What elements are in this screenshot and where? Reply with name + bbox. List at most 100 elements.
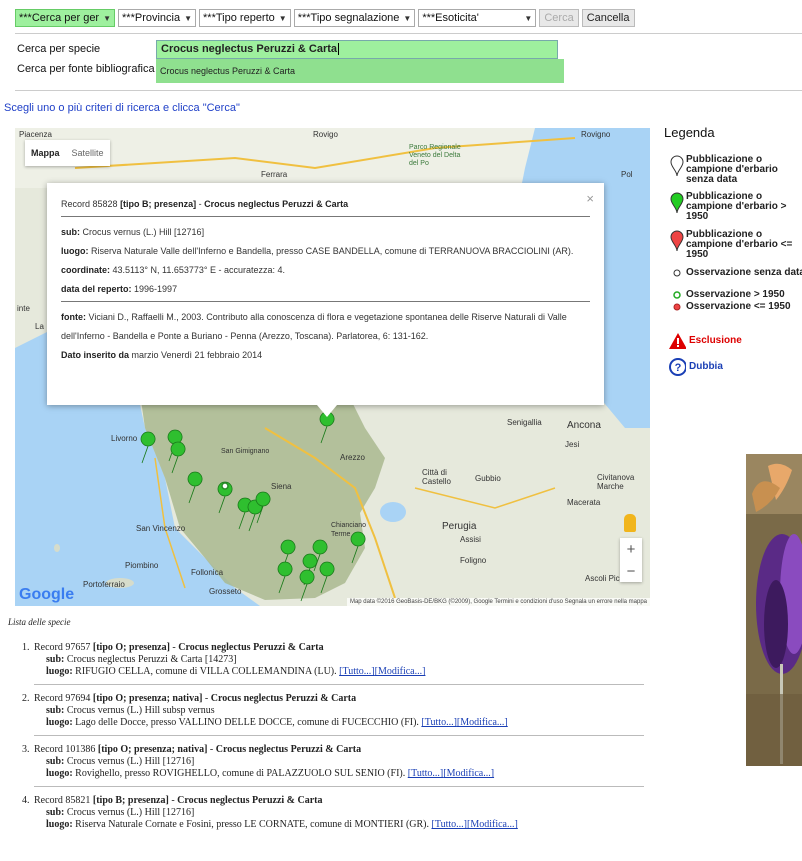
record-luogo: luogo: Riserva Naturale Cornate e Fosini… (46, 819, 518, 830)
map-place-label: Civitanova Marche (597, 473, 635, 491)
legend-item: Pubblicazione o campione d'erbario > 195… (668, 192, 802, 222)
report-type-select[interactable]: ***Tipo segnalazione ▼ (293, 9, 416, 27)
province-select[interactable]: ***Provincia ▼ (118, 9, 197, 27)
species-photo (746, 454, 802, 766)
chevron-down-icon: ▼ (524, 13, 533, 23)
map-place-label: inte (17, 304, 30, 313)
edit-link[interactable]: [Modifica...] (457, 717, 508, 728)
view-all-link[interactable]: [Tutto...] (408, 768, 443, 779)
map-place-label: Arezzo (340, 453, 365, 462)
map-place-label: Perugia (442, 521, 477, 532)
google-logo: Google (19, 586, 75, 603)
warning-icon (669, 333, 686, 349)
chevron-down-icon: ▼ (184, 13, 193, 23)
map-place-label: Ancona (567, 420, 601, 431)
info-luogo: luogo: Riserva Naturale Valle dell'Infer… (61, 246, 574, 256)
circle-red-icon (673, 303, 681, 311)
species-input-value: Crocus neglectus Peruzzi & Carta (161, 43, 338, 55)
record-header: Record 101386 [tipo O; presenza; nativa]… (34, 744, 362, 755)
zoom-in-button[interactable]: + (620, 538, 642, 560)
exoticity-value: ***Esoticita' (422, 12, 479, 24)
view-all-link[interactable]: [Tutto...] (339, 666, 374, 677)
info-coordinates: coordinate: 43.5113° N, 11.653773° E - a… (61, 265, 286, 275)
record-header: Record 97694 [tipo O; presenza; nativa] … (34, 693, 357, 704)
exoticity-select[interactable]: ***Esoticita' ▼ (418, 9, 537, 27)
map-place-label: Pol (621, 170, 633, 179)
search-button[interactable]: Cerca (539, 9, 579, 27)
record-luogo: luogo: Rovighello, presso ROVIGHELLO, co… (46, 768, 495, 779)
map-type-control: Mappa Satellite (25, 140, 110, 166)
map-place-label: Piombino (125, 561, 159, 570)
record-type-select[interactable]: ***Tipo reperto ▼ (199, 9, 291, 27)
info-sub: sub: Crocus vernus (L.) Hill [12716] (61, 227, 205, 237)
search-mode-value: ***Cerca per ger (19, 12, 100, 24)
map-place-label: Ferrara (261, 170, 288, 179)
record-sub: sub: Crocus vernus (L.) Hill [12716] (46, 807, 195, 818)
map-place-label: Piacenza (19, 130, 52, 139)
cancel-button[interactable]: Cancella (581, 9, 635, 27)
street-view-pegman-icon[interactable] (624, 514, 636, 532)
zoom-out-button[interactable]: − (620, 560, 642, 582)
map-place-label: Rovigo (313, 130, 338, 139)
map-place-label: Parco Regionale Veneto del Delta del Po (409, 144, 461, 167)
close-icon[interactable]: × (586, 189, 594, 208)
search-hint: Scegli uno o più criteri di ricerca e cl… (4, 102, 240, 114)
info-window: × Record 85828 [tipo B; presenza] - Croc… (47, 183, 604, 417)
legend-item: Osservazione senza data (668, 268, 802, 278)
crocus-image (746, 454, 802, 766)
list-item-number: 1. (22, 642, 30, 653)
legend-item: Pubblicazione o campione d'erbario <= 19… (668, 230, 802, 260)
map-type-satellite-button[interactable]: Satellite (66, 140, 110, 166)
legend-item: Esclusione (668, 332, 802, 350)
map-place-label: Assisi (460, 535, 481, 544)
map-place-label: Livorno (111, 434, 138, 443)
map-place-label: Portoferraio (83, 580, 125, 589)
divider (15, 33, 802, 34)
record-luogo: luogo: Lago delle Docce, presso VALLINO … (46, 717, 508, 728)
map-place-label: Siena (271, 482, 292, 491)
svg-text:?: ? (675, 362, 682, 374)
map-place-label: San Gimignano (221, 448, 270, 455)
map-place-label: San Vincenzo (136, 524, 186, 533)
map-place-label: Follonica (191, 568, 224, 577)
info-type: [tipo B; presenza] (120, 199, 197, 209)
map[interactable]: Piacenza Rovigo Ferrara Parco Regionale … (15, 128, 650, 606)
filter-bar: ***Cerca per ger ▼ ***Provincia ▼ ***Tipo … (15, 8, 635, 28)
biblio-label: Cerca per fonte bibliografica (17, 63, 155, 75)
record-sub: sub: Crocus neglectus Peruzzi & Carta [1… (46, 654, 237, 665)
info-source: fonte: Viciani D., Raffaelli M., 2003. C… (61, 312, 567, 341)
province-value: ***Provincia (122, 12, 181, 24)
species-input[interactable]: Crocus neglectus Peruzzi & Carta (156, 40, 558, 59)
info-inserted: Dato inserito da marzio Venerdì 21 febbr… (61, 350, 263, 360)
info-date: data del reperto: 1996-1997 (61, 284, 178, 294)
record-header: Record 85821 [tipo B; presenza] - Crocus… (34, 795, 323, 806)
edit-link[interactable]: [Modifica...] (467, 819, 518, 830)
chevron-down-icon: ▼ (403, 13, 412, 23)
map-place-label: Gubbio (475, 474, 501, 483)
info-header: Record 85828 [tipo B; presenza] - Crocus… (61, 199, 349, 209)
chevron-down-icon: ▼ (278, 13, 287, 23)
edit-link[interactable]: [Modifica...] (443, 768, 494, 779)
chevron-down-icon: ▼ (103, 13, 112, 23)
circle-green-icon (673, 291, 681, 299)
autocomplete-suggestion[interactable]: Crocus neglectus Peruzzi & Carta (156, 59, 564, 83)
list-item: 1. Record 97657 [tipo O; presenza] - Cro… (22, 642, 644, 685)
species-label: Cerca per specie (17, 43, 101, 55)
map-place-label: Ascoli Pice (585, 574, 625, 583)
list-item: 3. Record 101386 [tipo O; presenza; nati… (22, 744, 644, 787)
search-mode-select[interactable]: ***Cerca per ger ▼ (15, 9, 116, 27)
view-all-link[interactable]: [Tutto...] (432, 819, 467, 830)
map-type-map-button[interactable]: Mappa (25, 140, 66, 166)
map-place-label: La (35, 322, 44, 331)
edit-link[interactable]: [Modifica...] (375, 666, 426, 677)
list-item-number: 3. (22, 744, 30, 755)
map-attribution[interactable]: Map data ©2016 GeoBasis-DE/BKG (©2009), … (346, 598, 650, 606)
map-place-label: Città di Castello (422, 468, 451, 486)
legend-item: Osservazione <= 1950 (668, 302, 802, 312)
map-place-label: Senigallia (507, 418, 542, 427)
info-record-id: Record 85828 (61, 199, 118, 209)
view-all-link[interactable]: [Tutto...] (421, 717, 456, 728)
legend-item: ? Dubbia (668, 357, 802, 377)
info-species: Crocus neglectus Peruzzi & Carta (204, 199, 349, 209)
list-item: 4. Record 85821 [tipo B; presenza] - Cro… (22, 795, 644, 837)
